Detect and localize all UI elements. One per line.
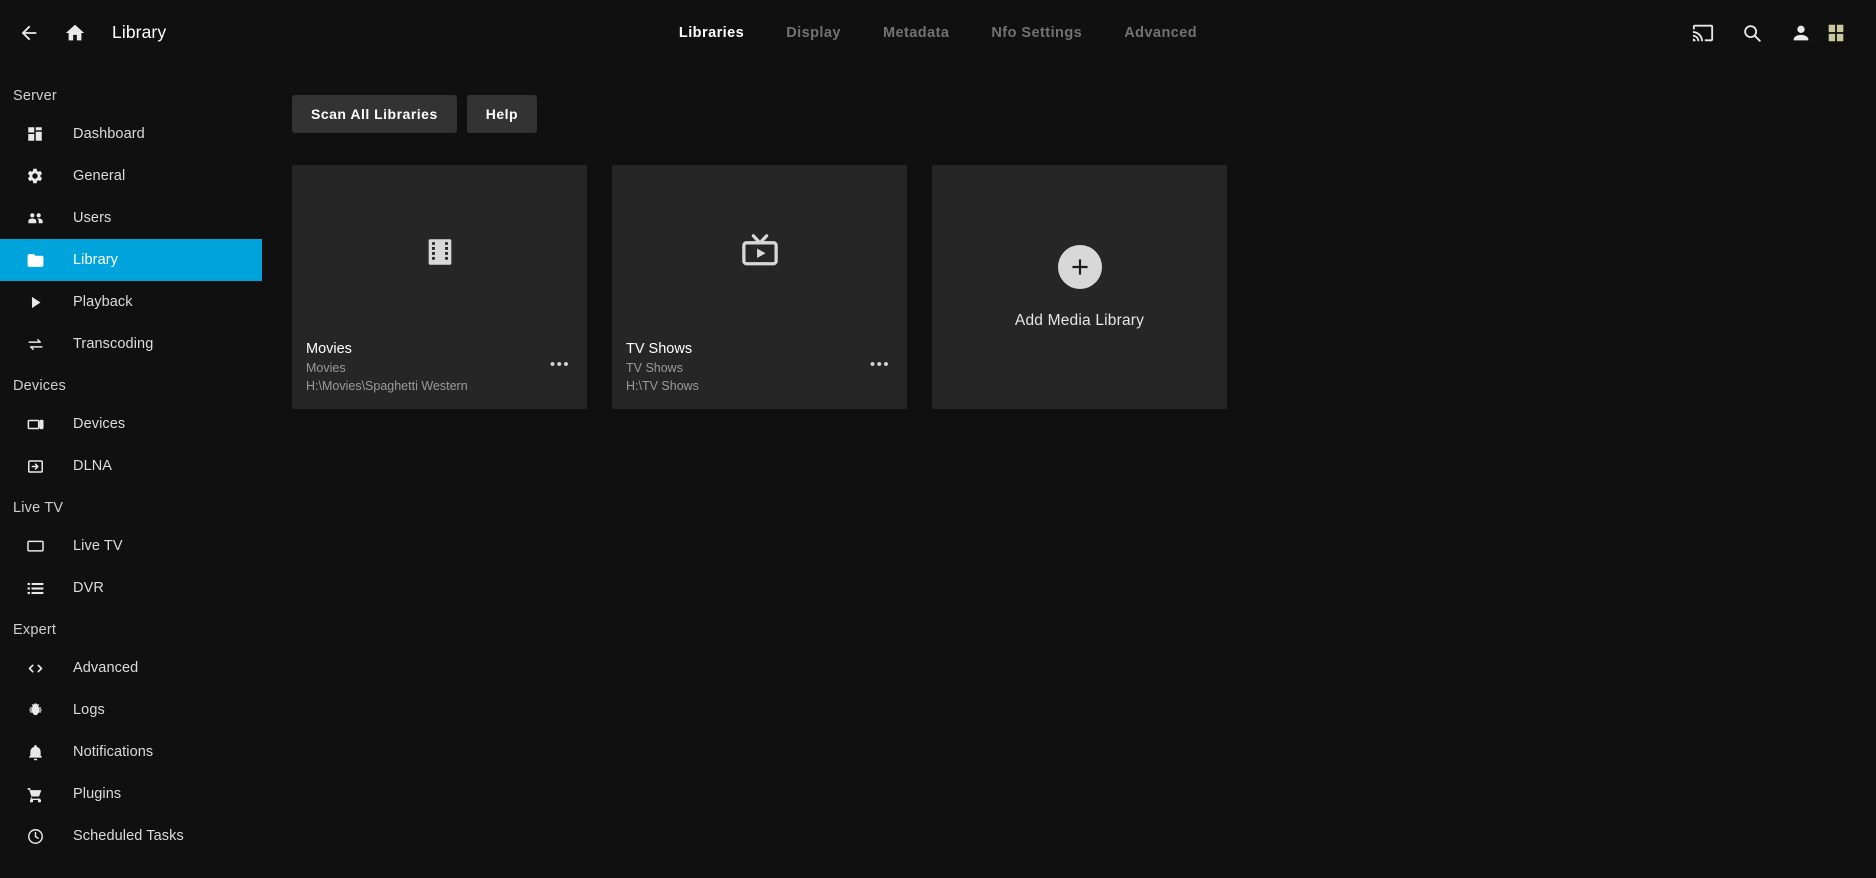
tab-nfo-settings[interactable]: Nfo Settings [970, 15, 1103, 51]
card-path: H:\Movies\Spaghetti Western [306, 379, 468, 393]
play-icon [23, 290, 47, 314]
home-button[interactable] [52, 10, 98, 56]
library-card-grid: ••• Movies Movies H:\Movies\Spaghetti We… [292, 165, 1876, 409]
tab-metadata[interactable]: Metadata [862, 15, 970, 51]
card-artwork [612, 165, 907, 343]
sidebar-item-label: Plugins [73, 786, 122, 802]
tab-advanced[interactable]: Advanced [1103, 15, 1218, 51]
sidebar-item-label: Scheduled Tasks [73, 828, 184, 844]
sidebar-item-advanced[interactable]: Advanced [0, 647, 262, 689]
home-icon [64, 22, 86, 44]
folder-icon [23, 248, 47, 272]
sidebar-item-label: Users [73, 210, 112, 226]
sidebar-section-server: Server [13, 88, 57, 104]
sidebar-item-label: Devices [73, 416, 126, 432]
gear-icon [23, 164, 47, 188]
tab-libraries[interactable]: Libraries [658, 15, 765, 51]
page-title: Library [112, 22, 167, 42]
sidebar-item-logs[interactable]: Logs [0, 689, 262, 731]
sidebar-item-label: DVR [73, 580, 104, 596]
search-button[interactable] [1727, 8, 1776, 57]
sidebar-item-label: Dashboard [73, 126, 145, 142]
sidebar-item-transcoding[interactable]: Transcoding [0, 323, 262, 365]
card-path: H:\TV Shows [626, 379, 699, 393]
sidebar-item-playback[interactable]: Playback [0, 281, 262, 323]
sidebar-item-label: Live TV [73, 538, 123, 554]
sidebar-item-library[interactable]: Library [0, 239, 262, 281]
top-app-bar: Library Libraries Display Metadata Nfo S… [0, 0, 1876, 65]
input-icon [23, 454, 47, 478]
sidebar-item-plugins[interactable]: Plugins [0, 773, 262, 815]
bug-icon [23, 698, 47, 722]
sidebar-section-devices: Devices [13, 378, 66, 394]
card-title: Movies [306, 341, 352, 357]
search-icon [1741, 22, 1763, 44]
sidebar-item-scheduled-tasks[interactable]: Scheduled Tasks [0, 815, 262, 857]
card-type: Movies [306, 361, 346, 375]
sidebar-item-label: Playback [73, 294, 133, 310]
library-card-tv-shows[interactable]: ••• TV Shows TV Shows H:\TV Shows [612, 165, 907, 409]
sidebar-item-notifications[interactable]: Notifications [0, 731, 262, 773]
cast-icon [1692, 22, 1714, 44]
person-icon [1790, 22, 1812, 44]
add-media-library-label: Add Media Library [1014, 311, 1145, 329]
sidebar-item-users[interactable]: Users [0, 197, 262, 239]
dashboard-icon [23, 122, 47, 146]
card-title: TV Shows [626, 341, 693, 357]
people-icon [23, 206, 47, 230]
back-button[interactable] [6, 10, 52, 56]
sidebar-item-label: DLNA [73, 458, 113, 474]
clock-icon [23, 824, 47, 848]
card-info: Movies Movies H:\Movies\Spaghetti Wester… [292, 340, 587, 409]
sidebar-item-label: Advanced [73, 660, 139, 676]
card-artwork [292, 165, 587, 343]
tv-icon [23, 534, 47, 558]
transcode-icon [23, 332, 47, 356]
card-type: TV Shows [626, 361, 683, 375]
arrow-back-icon [18, 22, 40, 44]
add-media-library-card[interactable]: Add Media Library [932, 165, 1227, 409]
tablet-icon [23, 412, 47, 436]
settings-tabs: Libraries Display Metadata Nfo Settings … [0, 0, 1876, 65]
film-icon [423, 235, 457, 274]
sidebar-item-label: Notifications [73, 744, 154, 760]
sidebar-nav: Server Dashboard General Users Library P… [0, 65, 262, 878]
user-account-button[interactable] [1776, 8, 1825, 57]
sidebar-item-dvr[interactable]: DVR [0, 567, 262, 609]
sidebar-item-dashboard[interactable]: Dashboard [0, 113, 262, 155]
topbar-right-group [1678, 0, 1876, 65]
bell-icon [23, 740, 47, 764]
cast-button[interactable] [1678, 8, 1727, 57]
tab-display[interactable]: Display [765, 15, 862, 51]
sidebar-item-label: General [73, 168, 126, 184]
sidebar-section-expert: Expert [13, 622, 57, 638]
code-icon [23, 656, 47, 680]
grid-menu-icon [1825, 22, 1847, 44]
main-content: Scan All Libraries Help ••• Movies Movie… [262, 65, 1876, 878]
sidebar-item-label: Transcoding [73, 336, 154, 352]
plus-icon [1057, 244, 1102, 289]
add-card-content: Add Media Library [932, 165, 1227, 409]
topbar-left-group: Library [0, 10, 166, 56]
tv-play-icon [738, 230, 782, 279]
list-icon [23, 576, 47, 600]
card-info: TV Shows TV Shows H:\TV Shows [612, 340, 907, 409]
sidebar-item-devices[interactable]: Devices [0, 403, 262, 445]
grid-menu-button[interactable] [1825, 8, 1874, 57]
sidebar-item-dlna[interactable]: DLNA [0, 445, 262, 487]
sidebar-item-general[interactable]: General [0, 155, 262, 197]
sidebar-item-label: Logs [73, 702, 105, 718]
library-card-movies[interactable]: ••• Movies Movies H:\Movies\Spaghetti We… [292, 165, 587, 409]
library-action-buttons: Scan All Libraries Help [292, 95, 1876, 133]
sidebar-section-live-tv: Live TV [13, 500, 64, 516]
cart-icon [23, 782, 47, 806]
help-button[interactable]: Help [466, 95, 538, 133]
sidebar-item-live-tv[interactable]: Live TV [0, 525, 262, 567]
sidebar-item-label: Library [73, 252, 119, 268]
scan-all-libraries-button[interactable]: Scan All Libraries [292, 95, 457, 133]
